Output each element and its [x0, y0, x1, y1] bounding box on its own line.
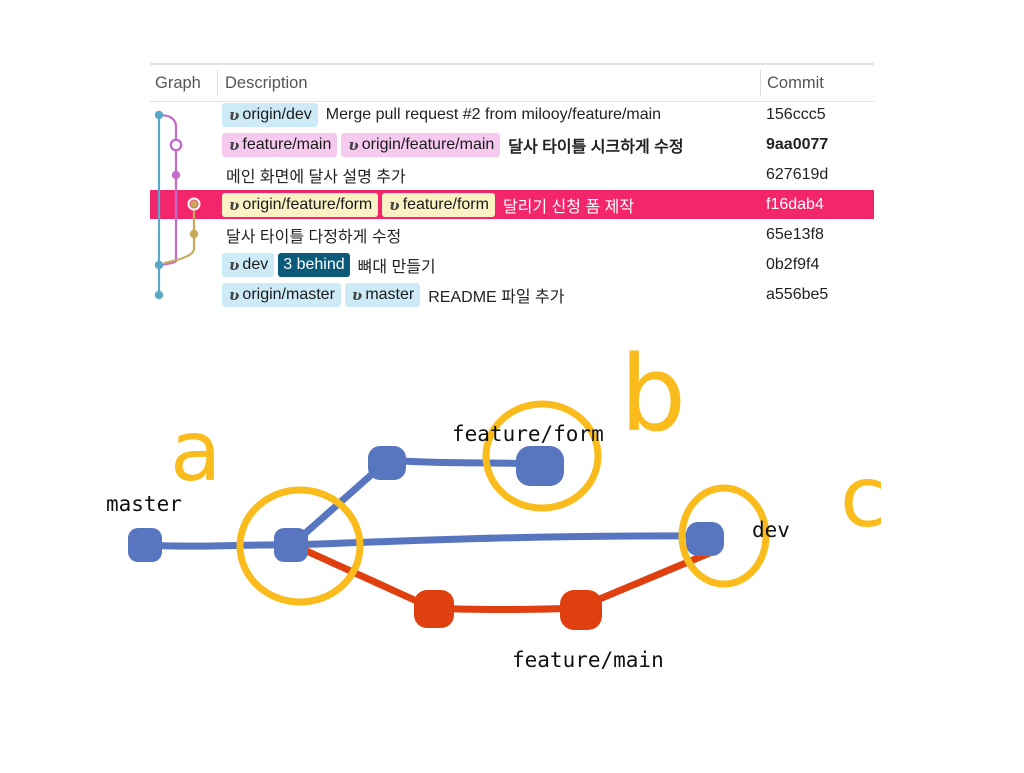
commit-row[interactable]: ʋ origin/master ʋ master README 파일 추가 a556be5 — [150, 280, 874, 309]
commit-node[interactable] — [189, 229, 199, 239]
commit-description: ʋ origin/feature/form ʋ feature/form 달리기 신청 … — [222, 190, 634, 219]
branch-tag-label: master — [365, 285, 415, 303]
branch-tag[interactable]: ʋ origin/feature/form — [222, 192, 379, 217]
commit-message: 달리기 신청 폼 제작 — [502, 198, 635, 216]
commit-description: ʋ origin/dev Merge pull request #2 from mi… — [222, 100, 661, 129]
commit-description: 메인 화면에 달사 설명 추가 — [222, 160, 406, 189]
letter-c: c — [840, 448, 886, 546]
branch-sketch: a b c master feature/form dev feature/ma… — [0, 330, 1024, 768]
main-commit-node — [414, 590, 454, 628]
commit-row[interactable]: ʋ dev 3 behind 뼈대 만들기 0b2f9f4 — [150, 250, 874, 279]
commit-message: README 파일 추가 — [428, 288, 565, 306]
branch-tag-label: dev — [242, 255, 269, 273]
commit-description: ʋ feature/main ʋ origin/feature/main 달사 타이틀 … — [222, 130, 684, 159]
log-header: Graph Description Commit — [150, 63, 874, 102]
commit-message: Merge pull request #2 from milooy/featur… — [325, 105, 662, 123]
commit-hash: f16dab4 — [766, 196, 824, 213]
commit-node[interactable] — [154, 260, 164, 270]
branch-icon: ʋ — [229, 285, 240, 304]
graph-column-header[interactable]: Graph — [155, 74, 201, 93]
form-commit-node — [368, 446, 406, 480]
commit-hash: 156ccc5 — [766, 106, 826, 123]
master-commit-node — [128, 528, 162, 562]
commit-hash: 65e13f8 — [766, 226, 824, 243]
commit-node[interactable] — [171, 170, 181, 180]
dev-head-node — [686, 522, 724, 556]
commit-message: 달사 타이틀 시크하게 수정 — [508, 138, 684, 156]
commit-message: 메인 화면에 달사 설명 추가 — [226, 168, 406, 186]
commit-description: ʋ dev 3 behind 뼈대 만들기 — [222, 250, 436, 279]
commit-row[interactable]: ʋ origin/feature/form ʋ feature/form 달리기 신청 … — [150, 190, 874, 219]
commit-hash: 0b2f9f4 — [766, 256, 820, 273]
column-divider[interactable] — [760, 70, 761, 96]
branch-tag-label: 3 behind — [283, 255, 345, 273]
branch-icon: ʋ — [351, 285, 363, 304]
label-master: master — [106, 492, 182, 516]
letter-b: b — [620, 333, 686, 455]
commit-node[interactable] — [154, 290, 164, 300]
commit-hash: a556be5 — [766, 286, 829, 303]
branch-tag-label: origin/dev — [242, 105, 312, 123]
commit-hash: 9aa0077 — [766, 136, 829, 153]
branch-tag[interactable]: ʋ dev — [222, 252, 275, 277]
lane-feature-form — [163, 203, 196, 265]
branch-tag[interactable]: ʋ origin/master — [222, 282, 341, 307]
branch-tag-label: feature/form — [402, 195, 489, 213]
feature-form-head-node — [516, 446, 564, 486]
commit-hash: 627619d — [766, 166, 829, 183]
description-column-header[interactable]: Description — [225, 74, 308, 93]
branch-tag-label: origin/feature/form — [242, 195, 373, 213]
branch-icon: ʋ — [229, 195, 240, 214]
commit-message: 달사 타이틀 다정하게 수정 — [226, 228, 402, 246]
commit-column-header[interactable]: Commit — [767, 74, 824, 93]
branch-tag[interactable]: ʋ master — [344, 282, 421, 307]
commit-message: 뼈대 만들기 — [357, 258, 436, 276]
label-feature-main: feature/main — [512, 648, 664, 672]
branch-tag[interactable]: ʋ origin/dev — [222, 102, 318, 127]
commit-row[interactable]: ʋ feature/main ʋ origin/feature/main 달사 타이틀 … — [150, 130, 874, 159]
commit-description: ʋ origin/master ʋ master README 파일 추가 — [222, 280, 564, 309]
commit-row[interactable]: 달사 타이틀 다정하게 수정 65e13f8 — [150, 220, 874, 249]
label-dev: dev — [752, 518, 790, 542]
base-commit-node — [274, 528, 308, 562]
letter-a: a — [170, 402, 221, 500]
branch-tag-label: origin/feature/main — [361, 135, 495, 153]
commit-node[interactable] — [154, 110, 164, 120]
behind-count-badge: 3 behind — [278, 252, 350, 277]
branch-icon: ʋ — [229, 105, 240, 124]
commit-row[interactable]: ʋ origin/dev Merge pull request #2 from mi… — [150, 100, 874, 129]
column-divider[interactable] — [217, 70, 218, 96]
label-feature-form: feature/form — [452, 422, 604, 446]
branch-tag[interactable]: ʋ feature/main — [222, 132, 338, 157]
branch-tag[interactable]: ʋ feature/form — [382, 192, 495, 217]
commit-row[interactable]: 메인 화면에 달사 설명 추가 627619d — [150, 160, 874, 189]
commit-graph — [154, 110, 201, 300]
branch-tag-label: feature/main — [242, 135, 332, 153]
feature-main-head-node — [560, 590, 602, 630]
master-dev-line — [141, 532, 712, 550]
branch-icon: ʋ — [348, 135, 359, 154]
branch-tag[interactable]: ʋ origin/feature/main — [341, 132, 501, 157]
commit-description: 달사 타이틀 다정하게 수정 — [222, 220, 401, 249]
feature-form-line — [288, 456, 544, 549]
commit-node[interactable] — [169, 138, 183, 152]
branch-tag-label: origin/master — [242, 285, 335, 303]
commit-node-fill — [190, 200, 198, 208]
branch-icon: ʋ — [229, 135, 240, 154]
sketch-drawing: a b c — [128, 333, 886, 630]
branch-icon: ʋ — [229, 255, 240, 274]
lane-feature-main — [158, 113, 178, 267]
commit-log: Graph Description Commit ʋ origin/dev Merg… — [150, 63, 874, 307]
branch-icon: ʋ — [389, 195, 400, 214]
